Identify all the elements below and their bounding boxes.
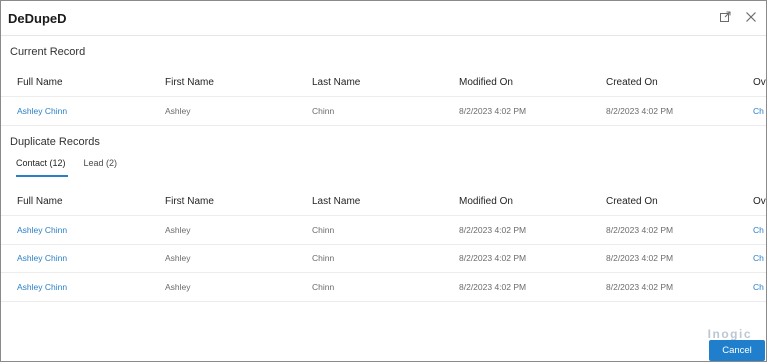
column-header-created-on[interactable]: Created On (606, 69, 658, 96)
full-name-link[interactable]: Ashley Chinn (17, 245, 67, 273)
column-header-first-name[interactable]: First Name (165, 69, 214, 96)
owner-link[interactable]: Ch (753, 216, 764, 244)
column-header-owner[interactable]: Ov (753, 69, 766, 96)
first-name-cell: Ashley (165, 224, 191, 235)
last-name-cell: Chinn (312, 224, 335, 235)
titlebar-actions (718, 10, 758, 24)
full-name-link[interactable]: Ashley Chinn (17, 216, 67, 244)
owner-link[interactable]: Ch (753, 245, 764, 273)
first-name-cell: Ashley (165, 253, 191, 264)
column-header-full-name[interactable]: Full Name (17, 69, 63, 96)
duplicate-records-tabs: Contact (12) Lead (2) (16, 153, 117, 177)
expand-icon[interactable] (718, 10, 732, 24)
created-on-cell: 8/2/2023 4:02 PM (606, 224, 674, 235)
cancel-button[interactable]: Cancel (709, 340, 765, 361)
column-header-created-on[interactable]: Created On (606, 188, 658, 215)
current-record-heading: Current Record (10, 46, 86, 58)
close-icon[interactable] (744, 10, 758, 24)
dedupe-dialog: DeDupeD Current Record Full Name First N… (0, 0, 767, 362)
last-name-cell: Chinn (312, 253, 335, 264)
dialog-titlebar: DeDupeD (1, 1, 766, 36)
owner-link[interactable]: Ch (753, 97, 764, 125)
column-header-modified-on[interactable]: Modified On (459, 188, 513, 215)
tab-contact[interactable]: Contact (12) (16, 153, 68, 177)
last-name-cell: Chinn (312, 105, 335, 116)
duplicate-records-header-row: Full Name First Name Last Name Modified … (1, 188, 766, 216)
column-header-last-name[interactable]: Last Name (312, 69, 360, 96)
column-header-last-name[interactable]: Last Name (312, 188, 360, 215)
modified-on-cell: 8/2/2023 4:02 PM (459, 105, 527, 116)
table-row: Ashley Chinn Ashley Chinn 8/2/2023 4:02 … (1, 216, 766, 245)
table-row: Ashley Chinn Ashley Chinn 8/2/2023 4:02 … (1, 273, 766, 302)
full-name-link[interactable]: Ashley Chinn (17, 97, 67, 125)
dialog-title: DeDupeD (8, 11, 67, 26)
modified-on-cell: 8/2/2023 4:02 PM (459, 253, 527, 264)
current-record-header-row: Full Name First Name Last Name Modified … (1, 69, 766, 97)
full-name-link[interactable]: Ashley Chinn (17, 273, 67, 301)
current-record-grid: Full Name First Name Last Name Modified … (1, 69, 766, 126)
duplicate-records-heading: Duplicate Records (10, 136, 100, 148)
inogic-logo: Inogic (707, 327, 752, 341)
tab-lead[interactable]: Lead (2) (84, 153, 118, 177)
modified-on-cell: 8/2/2023 4:02 PM (459, 281, 527, 292)
column-header-full-name[interactable]: Full Name (17, 188, 63, 215)
modified-on-cell: 8/2/2023 4:02 PM (459, 224, 527, 235)
first-name-cell: Ashley (165, 105, 191, 116)
current-record-row: Ashley Chinn Ashley Chinn 8/2/2023 4:02 … (1, 97, 766, 126)
last-name-cell: Chinn (312, 281, 335, 292)
first-name-cell: Ashley (165, 281, 191, 292)
column-header-modified-on[interactable]: Modified On (459, 69, 513, 96)
owner-link[interactable]: Ch (753, 273, 764, 301)
column-header-first-name[interactable]: First Name (165, 188, 214, 215)
created-on-cell: 8/2/2023 4:02 PM (606, 281, 674, 292)
table-row: Ashley Chinn Ashley Chinn 8/2/2023 4:02 … (1, 245, 766, 273)
column-header-owner[interactable]: Ov (753, 188, 766, 215)
created-on-cell: 8/2/2023 4:02 PM (606, 105, 674, 116)
created-on-cell: 8/2/2023 4:02 PM (606, 253, 674, 264)
duplicate-records-grid: Full Name First Name Last Name Modified … (1, 188, 766, 302)
